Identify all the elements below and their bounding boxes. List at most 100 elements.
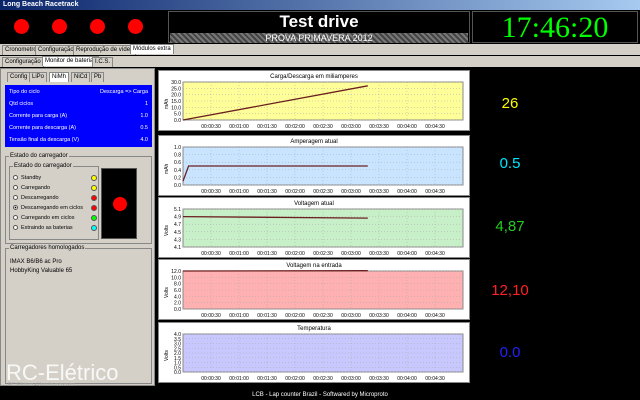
tab-ics[interactable]: I.C.S. [92, 57, 114, 67]
setting-row: Qtd ciclos 1 [9, 99, 148, 109]
x-tick-label: 00:01:00 [229, 376, 249, 382]
readout-value: 0.0 [499, 344, 521, 361]
y-tick-label: 20.0 [171, 93, 181, 99]
y-tick-label: 0.8 [174, 153, 181, 159]
right-filler [550, 68, 640, 386]
radio-carregando[interactable]: Carregando [13, 184, 50, 192]
radio-descarregando[interactable]: Descarregando [13, 194, 59, 202]
x-tick-label: 00:03:30 [369, 124, 389, 130]
tab-config[interactable]: Config [7, 72, 31, 82]
x-tick-label: 00:01:00 [229, 251, 249, 257]
x-tick-label: 00:02:30 [313, 124, 333, 130]
y-tick-label: 8.0 [174, 282, 181, 288]
x-tick-label: 00:04:30 [425, 124, 445, 130]
tab-monitor-baterias[interactable]: Monitor de baterias [42, 56, 100, 66]
x-tick-label: 00:01:00 [229, 124, 249, 130]
x-tick-label: 00:01:30 [257, 313, 277, 319]
tab-pb[interactable]: Pb [91, 72, 105, 82]
y-tick-label: 2.0 [174, 301, 181, 307]
cycle-settings-box: Tipo do ciclo Descarga => Carga Qtd ciclo… [5, 85, 152, 147]
chart-title: Voltagem atual [294, 201, 334, 207]
page-title: Test drive [279, 12, 359, 31]
chargers-list: IMAX B6/B6 ac Pro HobbyKing Valuable 65 [10, 258, 72, 276]
chart-1: 0.0 0.2 0.4 0.6 0.8 1.0 00:00:30 00:01:00 00:01:… [158, 135, 470, 196]
radio-label: Descarregando em ciclos [21, 205, 84, 211]
chart-title: Amperagem atual [290, 139, 338, 145]
radio-standby[interactable]: Standby [13, 174, 41, 182]
chart-3: 0.0 2.0 4.0 6.0 8.0 10.0 12.0 00:00:30 00:01:00 0… [158, 259, 470, 320]
setting-value: Descarga => Carga [100, 89, 148, 95]
x-tick-label: 00:02:00 [285, 376, 305, 382]
x-tick-label: 00:01:00 [229, 189, 249, 195]
setting-label: Corrente para descarga (A) [9, 125, 76, 131]
x-tick-label: 00:01:00 [229, 313, 249, 319]
chart-0: 0.0 5.0 10.0 15.0 20.0 25.0 30.0 00:00:30 00:01:… [158, 70, 470, 131]
list-item: HobbyKing Valuable 65 [10, 268, 73, 274]
window-title: Long Beach Racetrack [0, 0, 640, 10]
state-led-icon [91, 175, 97, 181]
x-tick-label: 00:03:00 [341, 251, 361, 257]
x-tick-label: 00:04:00 [397, 124, 417, 130]
x-tick-label: 00:00:30 [201, 124, 221, 130]
red-led-3 [90, 19, 105, 34]
setting-value: 1 [144, 101, 148, 107]
y-tick-label: 10.0 [171, 275, 181, 281]
y-tick-label: 10.0 [171, 105, 181, 111]
chart-title: Voltagem na entrada [286, 263, 342, 269]
x-tick-label: 00:04:30 [425, 313, 445, 319]
radio-icon[interactable] [13, 205, 18, 211]
setting-label: Corrente para carga (A) [9, 113, 68, 119]
tab-configuracao[interactable]: Configuração [35, 45, 77, 55]
x-tick-label: 00:00:30 [201, 189, 221, 195]
y-tick-label: 5.0 [174, 112, 181, 118]
x-tick-label: 00:00:30 [201, 313, 221, 319]
setting-label: Qtd ciclos [9, 101, 34, 107]
radio-carregando-em-ciclos[interactable]: Carregando em ciclos [13, 214, 75, 222]
x-tick-label: 00:04:00 [397, 251, 417, 257]
tab-nicd[interactable]: NiCd [71, 72, 91, 82]
radio-extraindo-as-baterias[interactable]: Extraindo as baterias [13, 224, 73, 232]
x-tick-label: 00:01:30 [257, 189, 277, 195]
tab-sub-configuracao[interactable]: Configuração [2, 57, 44, 67]
tab-modulos-extra[interactable]: Módulos extra [130, 44, 174, 54]
setting-value: 0.5 [140, 125, 148, 131]
radio-icon[interactable] [13, 225, 18, 231]
x-tick-label: 00:02:30 [313, 251, 333, 257]
radio-label: Carregando em ciclos [21, 215, 75, 221]
x-tick-label: 00:01:30 [257, 124, 277, 130]
radio-icon[interactable] [13, 195, 18, 201]
setting-row: Corrente para carga (A) 1.0 [9, 111, 148, 121]
x-tick-label: 00:02:30 [313, 376, 333, 382]
y-axis-title: Volts [164, 287, 170, 298]
x-tick-label: 00:03:30 [369, 189, 389, 195]
radio-icon[interactable] [13, 215, 18, 221]
x-tick-label: 00:00:30 [201, 251, 221, 257]
setting-value: 1.0 [140, 113, 148, 119]
radio-label: Descarregando [21, 195, 59, 201]
list-item: IMAX B6/B6 ac Pro [10, 259, 62, 265]
x-tick-label: 00:04:00 [397, 189, 417, 195]
red-led-4 [128, 19, 143, 34]
tab-nimh[interactable]: NiMh [49, 72, 70, 82]
y-axis-title: Volts [164, 350, 170, 361]
radio-icon[interactable] [13, 175, 18, 181]
tab-reproducao-video[interactable]: Reprodução de vídeo [73, 45, 137, 55]
y-tick-label: 4.0 [174, 294, 181, 300]
radio-descarregando-em-ciclos[interactable]: Descarregando em ciclos [13, 204, 83, 212]
y-tick-label: 0.4 [174, 168, 181, 174]
readout-value: 26 [501, 95, 519, 112]
state-led-icon [91, 225, 97, 231]
red-led-2 [52, 19, 67, 34]
charger-state-inner-title: Estado do carregador [13, 163, 73, 169]
x-tick-label: 00:03:00 [341, 124, 361, 130]
radio-label: Standby [21, 175, 42, 181]
y-tick-label: 0.0 [174, 118, 181, 124]
y-tick-label: 25.0 [171, 86, 181, 92]
y-axis-title: mAh [164, 163, 170, 174]
setting-row: Tipo do ciclo Descarga => Carga [9, 87, 148, 97]
x-tick-label: 00:02:00 [285, 124, 305, 130]
status-leds [2, 11, 165, 43]
tab-lipo[interactable]: LiPo [29, 72, 48, 82]
x-tick-label: 00:01:30 [257, 251, 277, 257]
radio-icon[interactable] [13, 185, 18, 191]
